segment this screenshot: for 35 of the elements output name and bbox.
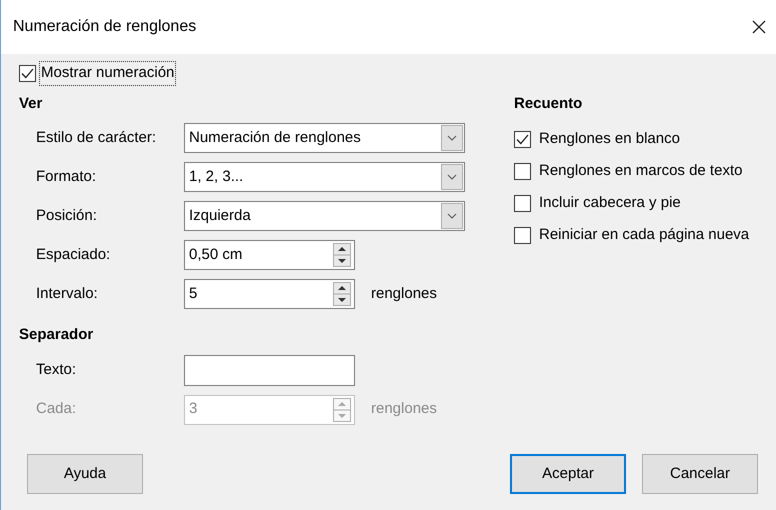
- section-heading: Ver: [19, 94, 44, 114]
- text-field[interactable]: [184, 354, 355, 386]
- checkbox-label[interactable]: Mostrar numeración: [40, 62, 176, 84]
- checkbox-label[interactable]: Reiniciar en cada página nueva: [539, 224, 750, 246]
- checkbox[interactable]: [514, 194, 531, 212]
- field-label: Texto:: [36, 360, 78, 380]
- checkbox-label[interactable]: Renglones en blanco: [539, 128, 680, 150]
- dropdown[interactable]: Numeración de renglones: [184, 123, 465, 153]
- unit-label: renglones: [371, 399, 437, 420]
- help-button[interactable]: Ayuda: [27, 454, 143, 494]
- stepper-icon[interactable]: [333, 282, 351, 306]
- field-label: Estilo de carácter:: [36, 128, 158, 148]
- field-label: Posición:: [36, 206, 98, 226]
- checkbox-label[interactable]: Renglones en marcos de texto: [539, 160, 742, 182]
- field-label: Intervalo:: [36, 284, 99, 304]
- field-label: Formato:: [36, 166, 98, 187]
- dropdown[interactable]: Izquierda: [184, 201, 465, 231]
- spin-field[interactable]: 0,50 cm: [184, 240, 355, 270]
- field-label: Cada:: [36, 399, 78, 420]
- field-label: Espaciado:: [36, 244, 112, 265]
- checkbox-label[interactable]: Incluir cabecera y pie: [539, 192, 681, 214]
- dropdown[interactable]: 1, 2, 3...: [184, 162, 465, 192]
- dialog-button[interactable]: Aceptar: [510, 454, 626, 494]
- section-heading: Separador: [19, 325, 94, 345]
- close-icon[interactable]: [752, 20, 766, 34]
- unit-label: renglones: [371, 284, 437, 304]
- checkbox[interactable]: [514, 162, 531, 180]
- checkbox[interactable]: [514, 130, 531, 148]
- spin-field[interactable]: 5: [184, 279, 355, 309]
- checkbox[interactable]: [514, 226, 531, 244]
- window-title: Numeración de renglones: [13, 17, 196, 37]
- dialog-button[interactable]: Cancelar: [642, 454, 758, 494]
- stepper-icon[interactable]: [333, 243, 351, 267]
- section-heading: Recuento: [514, 94, 584, 114]
- checkbox[interactable]: [19, 64, 36, 82]
